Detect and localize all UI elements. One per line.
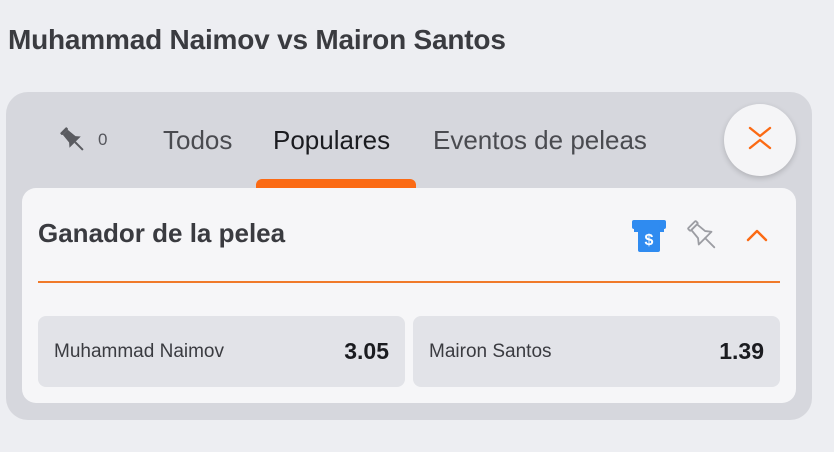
pin-filled-icon — [56, 123, 90, 157]
selection-name: Mairon Santos — [429, 340, 552, 362]
collapse-chevrons-icon — [745, 123, 775, 158]
pinned-count: 0 — [98, 130, 108, 149]
selection-button[interactable]: Muhammad Naimov 3.05 — [38, 316, 405, 387]
market-title: Ganador de la pelea — [38, 218, 286, 248]
selection-odds: 3.05 — [344, 338, 389, 364]
selection-button[interactable]: Mairon Santos 1.39 — [413, 316, 780, 387]
cash-out-icon[interactable]: $ — [630, 217, 668, 255]
markets-panel: 0 Todos Populares Eventos de peleas Gana… — [6, 92, 812, 420]
pin-icon[interactable] — [684, 217, 722, 255]
tab-todos[interactable]: Todos — [163, 122, 232, 158]
selection-name: Muhammad Naimov — [54, 340, 224, 362]
tab-pinned[interactable]: 0 — [56, 122, 107, 158]
market-divider — [38, 281, 780, 283]
market-tabs: 0 Todos Populares Eventos de peleas — [6, 92, 812, 188]
market-card: Ganador de la pelea $ Muhammad Naimov 3.… — [22, 188, 796, 403]
svg-text:$: $ — [645, 232, 654, 249]
collapse-all-button[interactable] — [724, 104, 796, 176]
tab-populares[interactable]: Populares — [273, 122, 390, 158]
market-actions: $ — [630, 216, 776, 256]
page-title: Muhammad Naimov vs Mairon Santos — [8, 24, 506, 55]
page: Muhammad Naimov vs Mairon Santos 0 Todos… — [0, 0, 834, 452]
selections-row: Muhammad Naimov 3.05 Mairon Santos 1.39 — [38, 316, 780, 387]
active-tab-indicator — [256, 179, 416, 188]
chevron-up-icon[interactable] — [738, 217, 776, 255]
selection-odds: 1.39 — [719, 338, 764, 364]
tab-eventos-de-peleas[interactable]: Eventos de peleas — [433, 122, 647, 158]
